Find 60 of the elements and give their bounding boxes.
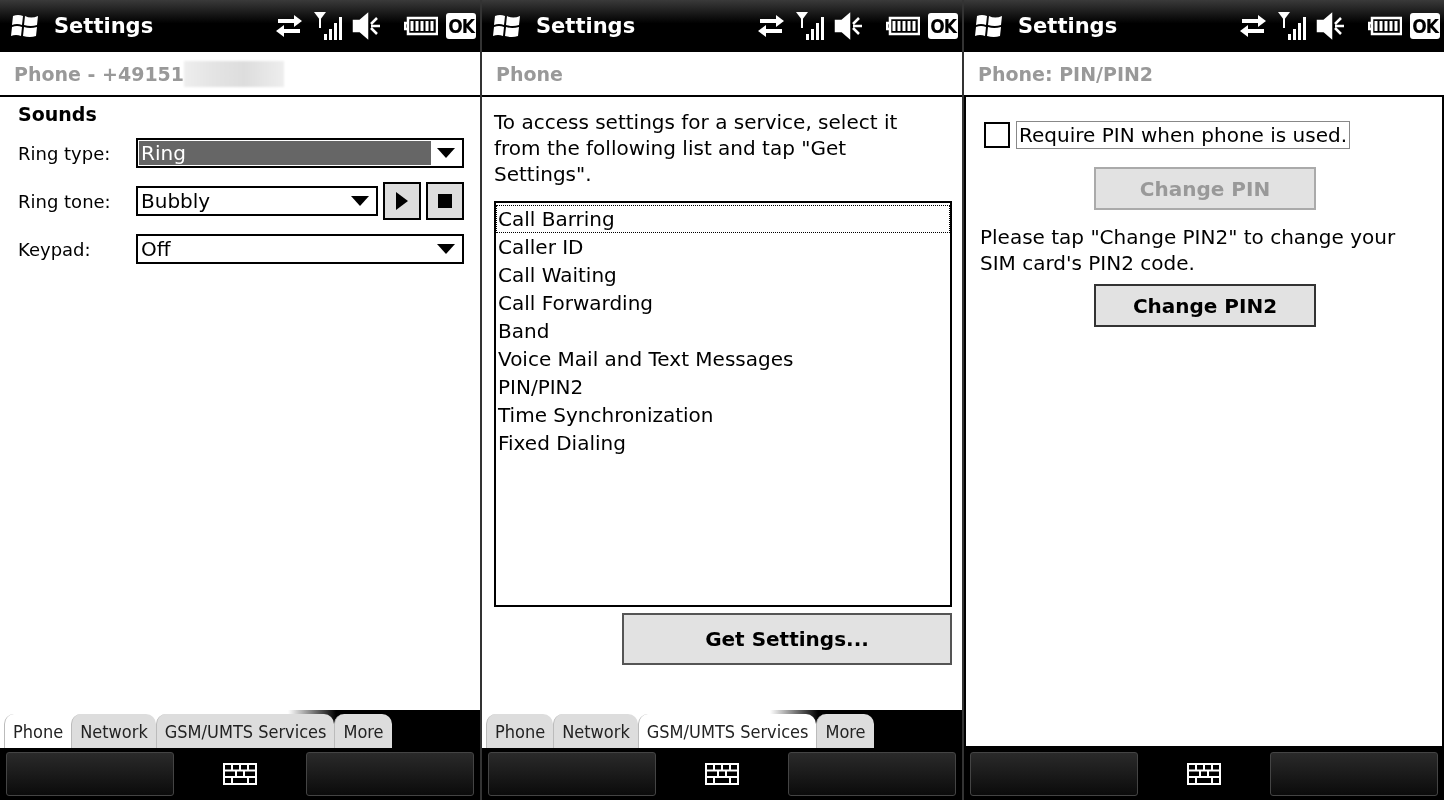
caret-icon [437, 244, 455, 254]
tab[interactable]: Network [71, 714, 156, 748]
battery-icon [1368, 16, 1403, 36]
caret-icon [437, 148, 455, 158]
speaker-icon [834, 12, 865, 40]
keyboard-icon[interactable] [223, 763, 257, 785]
field-label: Keypad: [18, 238, 92, 260]
keyboard-icon[interactable] [705, 763, 739, 785]
list-item[interactable]: Voice Mail and Text Messages [496, 345, 950, 373]
tab[interactable]: Network [553, 714, 638, 748]
app-title: Settings [54, 14, 155, 38]
tab[interactable]: GSM/UMTS Services [155, 714, 335, 748]
page-header: Phone - +49151 [14, 62, 185, 85]
tab[interactable]: More [334, 714, 392, 748]
section-heading: Sounds [18, 103, 98, 125]
list-item[interactable]: PIN/PIN2 [496, 373, 950, 401]
list-item[interactable]: Time Synchronization [496, 401, 950, 429]
caret-icon [351, 196, 369, 206]
page-header: Phone [496, 62, 563, 85]
list-item[interactable]: Caller ID [496, 233, 950, 261]
pin2-note: Please tap "Change PIN2" to change your SIM card's PIN2 code. [980, 224, 1397, 276]
speaker-icon [352, 12, 383, 40]
dropdown[interactable]: Off [136, 234, 464, 264]
page-header: Phone: PIN/PIN2 [978, 62, 1154, 85]
checkbox-label[interactable]: Require PIN when phone is used. [1016, 121, 1351, 149]
app-title: Settings [1018, 14, 1119, 38]
field-label: Ring type: [18, 142, 112, 164]
play-button[interactable] [383, 182, 421, 220]
keyboard-icon[interactable] [1187, 763, 1221, 785]
signal-strength-icon [1276, 10, 1309, 42]
stop-icon [438, 194, 452, 208]
ok-button[interactable]: OK [446, 13, 476, 39]
tab[interactable]: GSM/UMTS Services [637, 714, 817, 748]
windows-logo-icon[interactable] [974, 12, 1004, 40]
windows-logo-icon[interactable] [492, 12, 522, 40]
battery-icon [886, 16, 921, 36]
windows-logo-icon[interactable] [10, 12, 40, 40]
get-settings-button[interactable]: Get Settings... [622, 613, 952, 665]
field-label: Ring tone: [18, 190, 112, 212]
stop-button[interactable] [426, 182, 464, 220]
dropdown[interactable]: Bubbly [136, 186, 378, 216]
ok-button[interactable]: OK [928, 13, 958, 39]
tab[interactable]: More [816, 714, 874, 748]
list-item[interactable]: Call Forwarding [496, 289, 950, 317]
signal-strength-icon [312, 10, 345, 42]
play-icon [396, 192, 408, 210]
change-pin2-button[interactable]: Change PIN2 [1094, 284, 1316, 327]
list-item[interactable]: Fixed Dialing [496, 429, 950, 457]
list-item[interactable]: Call Barring [496, 205, 950, 233]
list-item[interactable]: Call Waiting [496, 261, 950, 289]
ok-button[interactable]: OK [1410, 13, 1440, 39]
list-item[interactable]: Band [496, 317, 950, 345]
checkbox[interactable] [984, 122, 1010, 148]
battery-icon [404, 16, 439, 36]
app-title: Settings [536, 14, 637, 38]
speaker-icon [1316, 12, 1347, 40]
instructions: To access settings for a service, select it from the following list and tap "Get Settings". [494, 109, 899, 187]
signal-strength-icon [794, 10, 827, 42]
dropdown[interactable]: Ring [136, 138, 464, 168]
tab[interactable]: Phone [486, 714, 554, 748]
